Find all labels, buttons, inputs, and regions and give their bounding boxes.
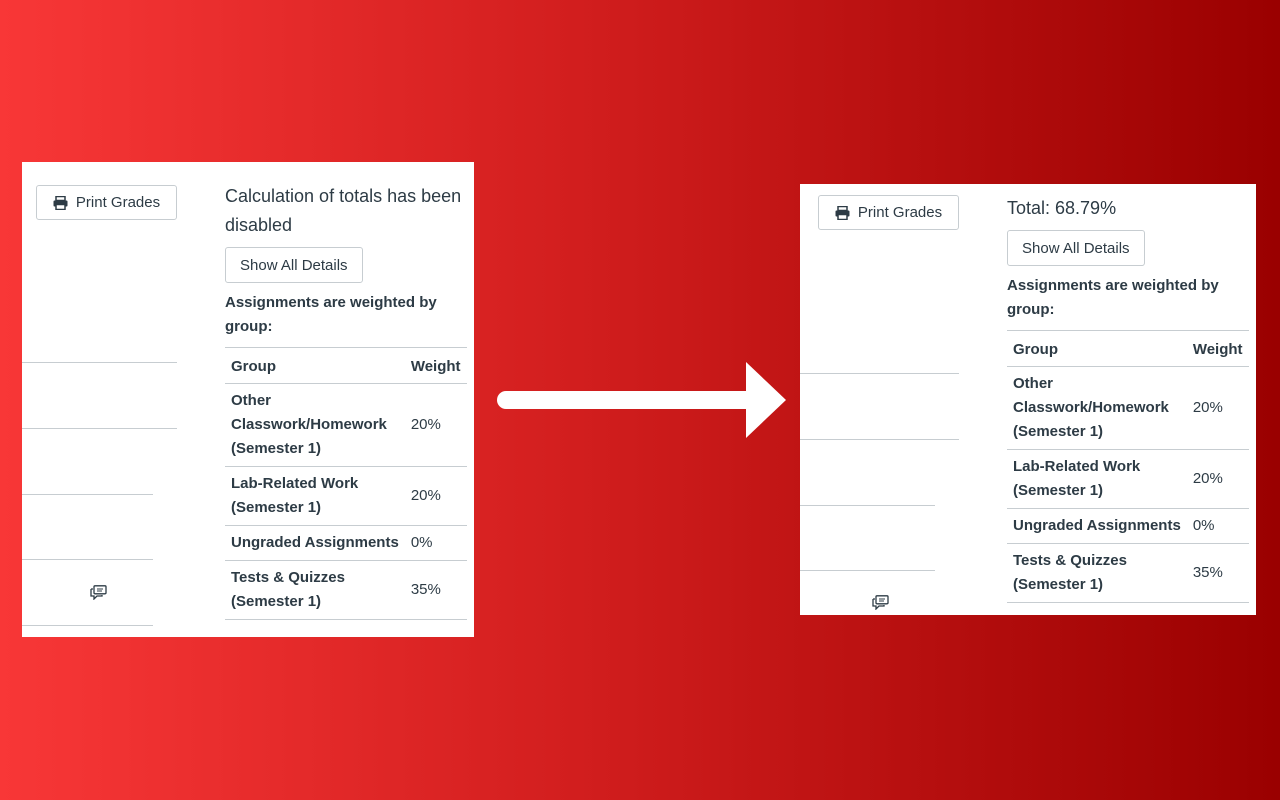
group-weight: 35% <box>1186 543 1249 603</box>
group-weight: 35% <box>404 560 467 620</box>
show-all-details-button[interactable]: Show All Details <box>225 247 363 283</box>
group-weight: 20% <box>404 466 467 526</box>
group-weight: 20% <box>1186 366 1249 450</box>
group-name: Lab-Related Work (Semester 1) <box>1007 449 1187 509</box>
weighted-note: Assignments are weighted by group: <box>1007 277 1219 318</box>
divider <box>22 494 153 495</box>
table-row: Tests & Quizzes (Semester 1) 35% <box>1007 543 1249 603</box>
group-weight: 20% <box>404 383 467 467</box>
divider <box>800 373 959 374</box>
divider <box>22 362 177 363</box>
table-row: Tests & Quizzes (Semester 1) 35% <box>225 560 467 620</box>
group-weight: 20% <box>1186 449 1249 509</box>
group-weights-table: Group Weight Other Classwork/Homework (S… <box>1007 330 1249 603</box>
group-weight: 0% <box>1186 508 1249 544</box>
weight-header: Weight <box>1186 330 1249 367</box>
table-row: Other Classwork/Homework (Semester 1) 20… <box>225 383 467 467</box>
after-screenshot-panel: Print Grades Total: 68.79% Show All Deta… <box>800 184 1256 615</box>
chat-icon[interactable] <box>872 595 889 610</box>
show-all-details-button[interactable]: Show All Details <box>1007 230 1145 266</box>
divider <box>800 570 935 571</box>
table-row: Lab-Related Work (Semester 1) 20% <box>1007 449 1249 509</box>
totals-status: Calculation of totals has been disabled <box>225 186 462 235</box>
chat-icon[interactable] <box>90 585 107 600</box>
right-arrow-icon <box>497 362 786 438</box>
group-name: Ungraded Assignments <box>1007 508 1187 544</box>
group-header: Group <box>1007 330 1187 367</box>
divider <box>800 505 935 506</box>
group-name: Lab-Related Work (Semester 1) <box>225 466 405 526</box>
group-name: Other Classwork/Homework (Semester 1) <box>225 383 405 467</box>
print-grades-button[interactable]: Print Grades <box>818 195 959 230</box>
print-grades-label: Print Grades <box>75 194 161 211</box>
table-row: Ungraded Assignments 0% <box>225 525 467 561</box>
group-name: Tests & Quizzes (Semester 1) <box>225 560 405 620</box>
grade-summary: Calculation of totals has been disabled … <box>225 182 467 620</box>
before-screenshot-panel: Print Grades Calculation of totals has b… <box>22 162 474 637</box>
printer-icon <box>53 195 68 210</box>
table-row: Other Classwork/Homework (Semester 1) 20… <box>1007 366 1249 450</box>
divider <box>800 439 959 440</box>
group-name: Other Classwork/Homework (Semester 1) <box>1007 366 1187 450</box>
weighted-note: Assignments are weighted by group: <box>225 294 437 335</box>
group-name: Ungraded Assignments <box>225 525 405 561</box>
divider <box>22 559 153 560</box>
printer-icon <box>835 205 850 220</box>
print-grades-button[interactable]: Print Grades <box>36 185 177 220</box>
group-header: Group <box>225 347 405 384</box>
divider <box>22 625 153 626</box>
grade-summary: Total: 68.79% Show All Details Assignmen… <box>1007 194 1252 603</box>
table-row: Ungraded Assignments 0% <box>1007 508 1249 544</box>
weight-header: Weight <box>404 347 467 384</box>
group-weights-table: Group Weight Other Classwork/Homework (S… <box>225 347 467 620</box>
print-grades-label: Print Grades <box>857 204 943 221</box>
total-grade: Total: 68.79% <box>1007 198 1117 218</box>
divider <box>22 428 177 429</box>
group-weight: 0% <box>404 525 467 561</box>
group-name: Tests & Quizzes (Semester 1) <box>1007 543 1187 603</box>
table-row: Lab-Related Work (Semester 1) 20% <box>225 466 467 526</box>
